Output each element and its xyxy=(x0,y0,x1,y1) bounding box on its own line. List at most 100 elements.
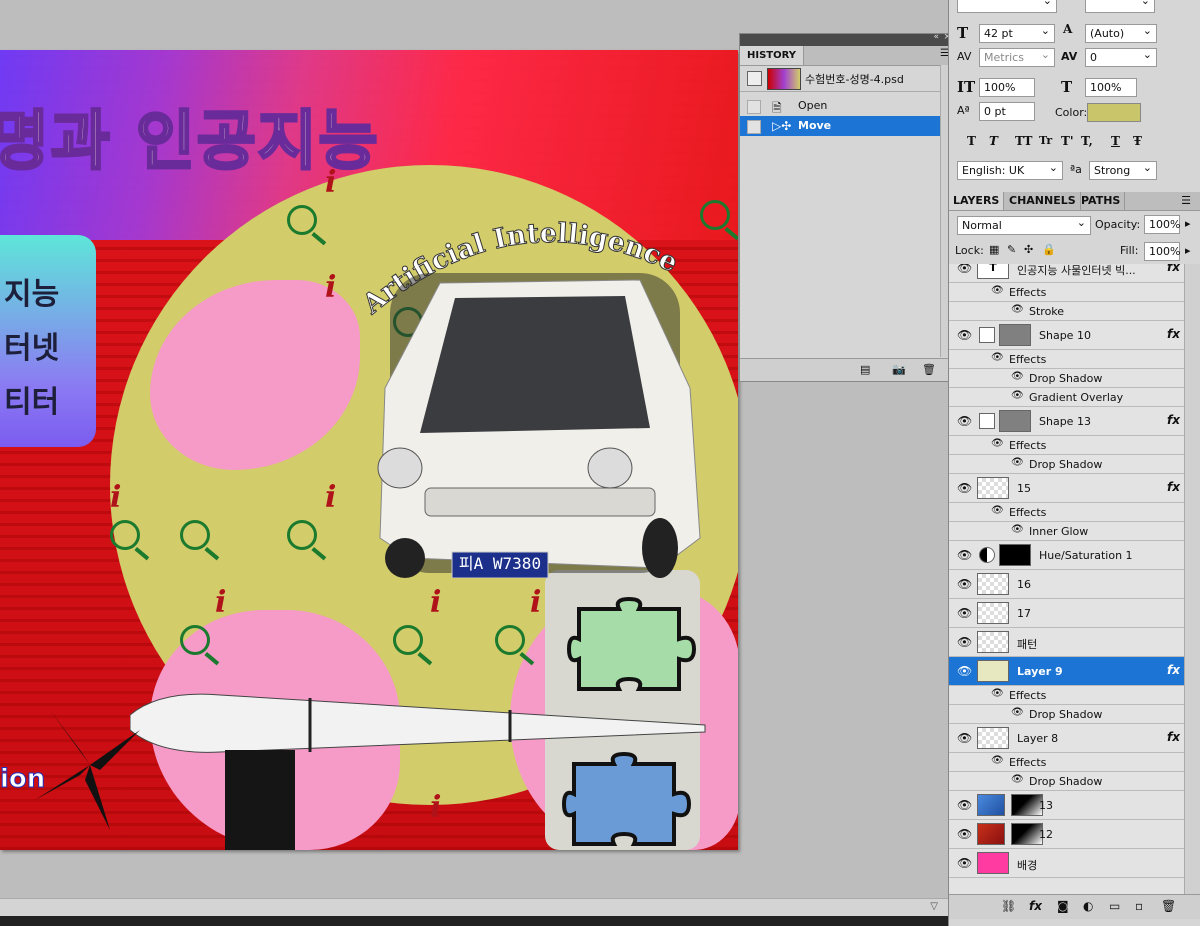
layer-row[interactable]: 👁 fx Layer 8 xyxy=(949,724,1184,753)
trash-icon[interactable]: 🗑 xyxy=(922,363,936,376)
visibility-eye-icon[interactable]: 👁 xyxy=(957,856,972,870)
layer-thumbnail[interactable] xyxy=(977,631,1009,653)
layer-thumbnail[interactable] xyxy=(977,823,1005,845)
visibility-eye-icon[interactable]: 👁 xyxy=(957,827,972,841)
layers-panel[interactable]: LAYERS CHANNELS PATHS ☰ Normal Opacity: … xyxy=(949,192,1200,926)
layer-row[interactable]: 👁 12 xyxy=(949,820,1184,849)
language-select[interactable]: English: UK xyxy=(957,159,1063,180)
visibility-eye-icon[interactable]: 👁 xyxy=(957,798,972,812)
layer-thumbnail[interactable] xyxy=(977,477,1009,499)
leading-field[interactable]: (Auto) xyxy=(1085,22,1157,43)
visibility-eye-icon[interactable]: 👁 xyxy=(957,577,972,591)
scroll-right-icon[interactable]: ▽ xyxy=(930,901,938,912)
layer-effects-icon[interactable]: fx xyxy=(1167,730,1180,744)
visibility-eye-icon[interactable]: 👁 xyxy=(957,481,972,495)
fill-arrow-icon[interactable]: ▸ xyxy=(1185,244,1191,257)
lock-position-icon[interactable]: ✣ xyxy=(1024,243,1033,256)
antialias-select[interactable]: Strong xyxy=(1089,159,1157,180)
effect-row[interactable]: 👁 Drop Shadow xyxy=(949,369,1184,388)
visibility-eye-icon[interactable]: 👁 xyxy=(957,664,972,678)
visibility-eye-icon[interactable]: 👁 xyxy=(1011,707,1024,718)
horizontal-scrollbar[interactable]: ▽ xyxy=(0,898,948,917)
all-caps-button[interactable]: TT xyxy=(1015,134,1032,148)
layer-row[interactable]: 👁 13 xyxy=(949,791,1184,820)
history-panel[interactable]: « × HISTORY ☰ 수험번호-성명-4.psd 🗎 Open ▷✣ Mo… xyxy=(739,32,956,382)
blend-mode-select[interactable]: Normal xyxy=(957,214,1091,235)
new-document-from-state-icon[interactable]: ▤ xyxy=(860,363,870,376)
layer-mask-thumbnail[interactable] xyxy=(999,324,1031,346)
layer-mask-thumbnail[interactable] xyxy=(999,544,1031,566)
add-mask-icon[interactable]: ◙ xyxy=(1057,899,1069,913)
effects-row[interactable]: 👁 Effects xyxy=(949,753,1184,772)
effect-row[interactable]: 👁 Drop Shadow xyxy=(949,772,1184,791)
effect-row[interactable]: 👁 Gradient Overlay xyxy=(949,388,1184,407)
fill-field[interactable]: 100% xyxy=(1144,242,1180,261)
snapshot-brush-icon[interactable] xyxy=(747,71,762,86)
visibility-eye-icon[interactable]: 👁 xyxy=(957,606,972,620)
visibility-eye-icon[interactable]: 👁 xyxy=(1011,457,1024,468)
visibility-eye-icon[interactable]: 👁 xyxy=(1011,371,1024,382)
visibility-eye-icon[interactable]: 👁 xyxy=(957,328,972,342)
baseline-shift-field[interactable]: 0 pt xyxy=(979,102,1035,121)
effects-row[interactable]: 👁 Effects xyxy=(949,686,1184,705)
delete-layer-icon[interactable]: 🗑 xyxy=(1161,899,1176,913)
layer-thumbnail[interactable] xyxy=(977,660,1009,682)
layer-thumbnail[interactable] xyxy=(979,327,995,343)
horizontal-scale-field[interactable]: 100% xyxy=(1085,78,1137,97)
small-caps-button[interactable]: Tr xyxy=(1039,134,1052,147)
visibility-eye-icon[interactable]: 👁 xyxy=(957,635,972,649)
panel-titlebar[interactable]: « × xyxy=(740,32,955,46)
visibility-eye-icon[interactable]: 👁 xyxy=(957,731,972,745)
layer-effects-icon[interactable]: fx xyxy=(1167,413,1180,427)
visibility-eye-icon[interactable]: 👁 xyxy=(991,505,1004,516)
layer-thumbnail[interactable] xyxy=(977,573,1009,595)
history-step-open[interactable]: 🗎 Open xyxy=(740,96,940,116)
tab-channels[interactable]: CHANNELS xyxy=(1005,192,1081,210)
layer-thumbnail[interactable] xyxy=(979,547,995,563)
faux-italic-button[interactable]: T xyxy=(989,134,998,148)
new-layer-icon[interactable]: ▫ xyxy=(1135,899,1143,913)
new-group-icon[interactable]: ▭ xyxy=(1109,899,1120,913)
font-size-field[interactable]: 42 pt xyxy=(979,22,1055,43)
faux-bold-button[interactable]: T xyxy=(967,134,976,148)
effect-row[interactable]: 👁 Drop Shadow xyxy=(949,705,1184,724)
text-color-swatch[interactable] xyxy=(1087,103,1141,122)
layer-thumbnail[interactable] xyxy=(977,852,1009,874)
visibility-eye-icon[interactable]: 👁 xyxy=(957,414,972,428)
font-style-select[interactable] xyxy=(957,0,1057,13)
layer-row[interactable]: 👁 패턴 xyxy=(949,628,1184,657)
layer-effects-icon[interactable]: fx xyxy=(1167,480,1180,494)
effect-row[interactable]: 👁 Drop Shadow xyxy=(949,455,1184,474)
layer-effects-icon[interactable]: fx xyxy=(1167,264,1180,274)
font-option-select[interactable] xyxy=(1085,0,1155,13)
layer-effects-icon[interactable]: fx xyxy=(1167,327,1180,341)
visibility-eye-icon[interactable]: 👁 xyxy=(957,264,972,275)
layer-row[interactable]: 👁 fx Shape 10 xyxy=(949,321,1184,350)
underline-button[interactable]: T xyxy=(1111,134,1120,148)
visibility-eye-icon[interactable]: 👁 xyxy=(1011,524,1024,535)
visibility-eye-icon[interactable]: 👁 xyxy=(991,755,1004,766)
layer-row[interactable]: 👁 fx Layer 9 xyxy=(949,657,1184,686)
visibility-eye-icon[interactable]: 👁 xyxy=(1011,774,1024,785)
layer-row[interactable]: 👁 17 xyxy=(949,599,1184,628)
new-snapshot-icon[interactable]: 📷 xyxy=(892,363,906,376)
history-step-move[interactable]: ▷✣ Move xyxy=(740,116,940,136)
opacity-arrow-icon[interactable]: ▸ xyxy=(1185,217,1191,230)
visibility-eye-icon[interactable]: 👁 xyxy=(957,548,972,562)
layer-thumbnail[interactable] xyxy=(977,602,1009,624)
layer-list[interactable]: 👁 Tfx 인공지능 사물인터넷 빅... 👁 Effects 👁 Stroke 👁 fx Sha… xyxy=(949,264,1184,894)
effect-row[interactable]: 👁 Stroke xyxy=(949,302,1184,321)
subscript-button[interactable]: T, xyxy=(1081,134,1093,148)
layer-thumbnail[interactable] xyxy=(977,727,1009,749)
visibility-eye-icon[interactable]: 👁 xyxy=(1011,304,1024,315)
collapse-icon[interactable]: « xyxy=(933,32,939,42)
lock-image-icon[interactable]: ✎ xyxy=(1007,243,1016,256)
tracking-field[interactable]: 0 xyxy=(1085,46,1157,67)
document-canvas[interactable]: i i i i i i i i 명과 인공지능 지능 터넷 티터 Artific… xyxy=(0,50,738,850)
layer-effects-icon[interactable]: fx xyxy=(1167,663,1180,677)
layer-row[interactable]: 👁 배경 xyxy=(949,849,1184,878)
kerning-field[interactable]: Metrics xyxy=(979,46,1055,67)
visibility-eye-icon[interactable]: 👁 xyxy=(991,352,1004,363)
strikethrough-button[interactable]: Ŧ xyxy=(1133,134,1142,148)
layer-row[interactable]: 👁 Tfx 인공지능 사물인터넷 빅... xyxy=(949,264,1184,283)
